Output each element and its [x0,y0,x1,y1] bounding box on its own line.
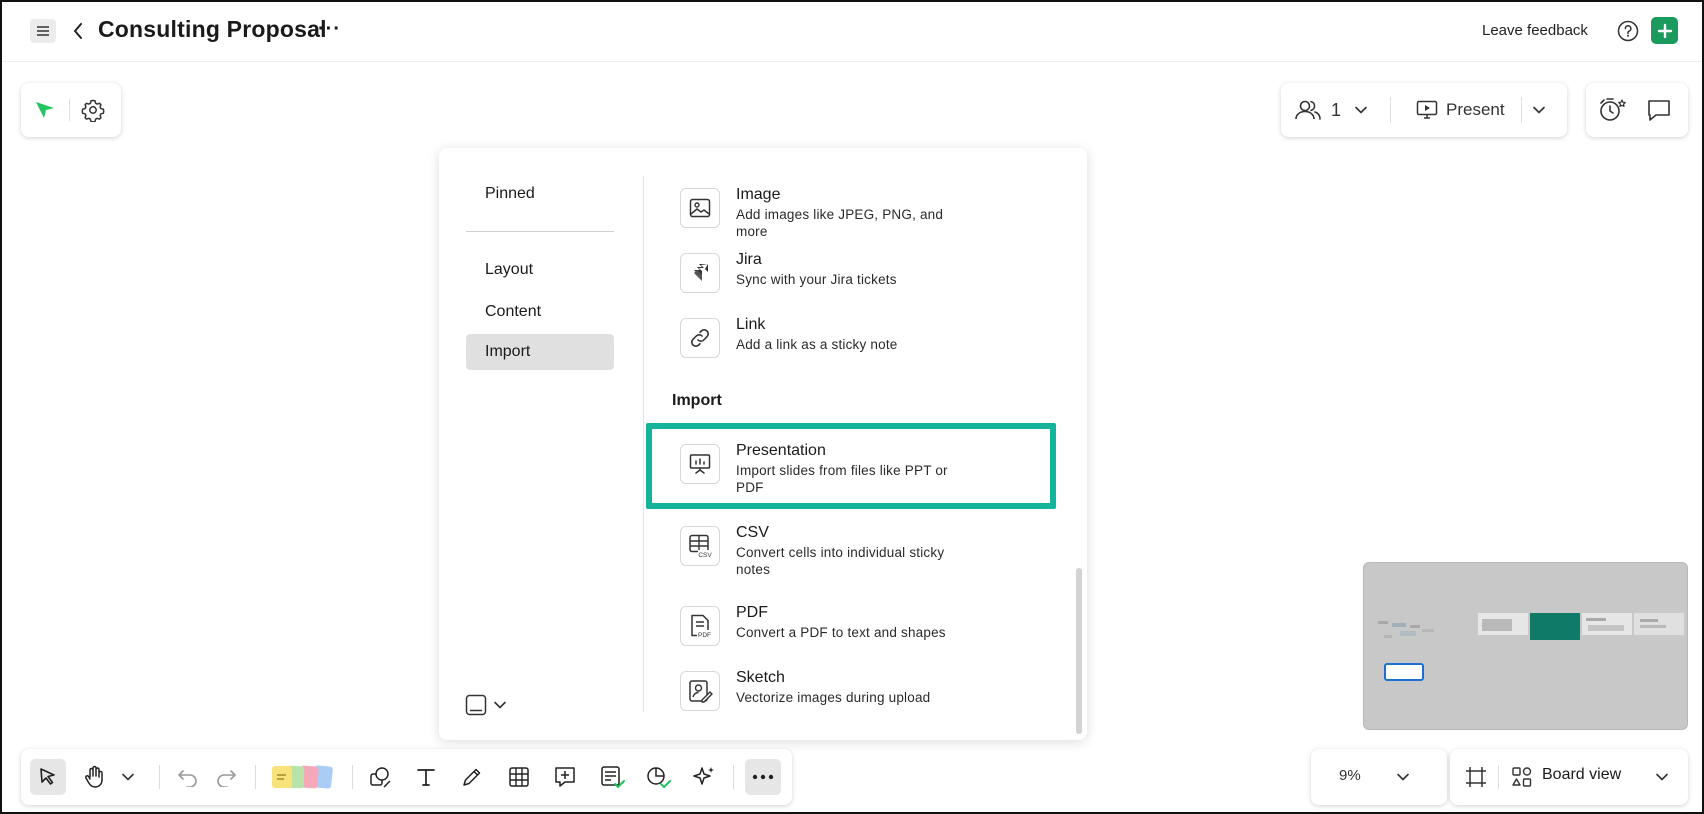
dialog-scrollbar[interactable] [1076,568,1082,734]
pen-tool-icon[interactable] [454,759,490,795]
ai-sparkle-icon[interactable] [686,759,722,795]
shapes-tool-icon[interactable] [362,759,398,795]
more-tools-icon[interactable] [745,759,781,795]
sketch-icon [680,671,720,711]
chevron-down-icon[interactable] [1654,769,1670,785]
divider [255,765,256,789]
divider [69,99,70,121]
timer-icon[interactable] [1596,95,1630,125]
board-options-button[interactable]: ··· [318,18,341,41]
present-button[interactable]: Present [1446,100,1505,120]
sticky-notes-icon[interactable] [267,759,337,795]
image-icon [680,188,720,228]
csv-icon: CSV [680,526,720,566]
collaboration-card: 1 Present [1281,83,1567,137]
sidebar-divider [466,231,614,232]
redo-icon[interactable] [208,759,244,795]
text-tool-icon[interactable] [408,759,444,795]
panel-toggle-button[interactable] [464,690,516,720]
templates-tool-icon[interactable] [640,759,676,795]
menu-icon[interactable] [30,19,56,43]
pdf-icon: PDF [680,606,720,646]
item-title: PDF [736,604,768,621]
item-description: Convert a PDF to text and shapes [736,625,946,640]
frame-icon[interactable] [1463,764,1489,790]
divider [733,765,734,789]
item-title: Jira [736,251,762,268]
board-title[interactable]: Consulting Proposal [98,16,327,43]
chevron-down-icon [494,701,506,709]
board-view-icon[interactable] [1510,765,1534,789]
panel-icon [465,694,487,716]
divider [352,765,353,789]
insert-item-pdf[interactable]: PDF PDF Convert a PDF to text and shapes [644,602,1064,664]
svg-text:CSV: CSV [698,552,712,559]
user-count[interactable]: 1 [1331,100,1341,121]
leave-feedback-link[interactable]: Leave feedback [1482,22,1588,39]
chevron-down-icon[interactable] [1395,769,1411,785]
add-button[interactable] [1651,17,1678,44]
present-options-chevron-icon[interactable] [1531,102,1547,118]
divider [159,765,160,789]
svg-text:PDF: PDF [698,632,711,639]
timer-comments-card [1586,83,1688,137]
minimap[interactable] [1363,562,1688,730]
minimap-content-cluster [1372,615,1442,645]
bottom-toolbar [21,749,792,805]
insert-item-csv[interactable]: CSV CSV Convert cells into individual st… [644,522,1064,584]
item-description: Convert cells into individual sticky not… [736,545,945,577]
item-description: Sync with your Jira tickets [736,272,897,287]
help-icon[interactable] [1616,19,1640,43]
divider [1521,97,1522,123]
minimap-slide [1530,613,1580,640]
divider [1390,97,1391,123]
chevron-down-icon[interactable] [1353,102,1369,118]
item-title: Link [736,316,766,333]
sidebar-item-import[interactable]: Import [466,334,614,370]
board-view-control: Board view [1450,749,1688,805]
minimap-slide [1634,613,1684,635]
present-icon[interactable] [1415,99,1439,121]
back-icon[interactable] [68,18,88,44]
minimap-slide [1582,613,1632,635]
jira-icon [680,253,720,293]
divider [1498,765,1499,789]
highlight-box [646,423,1056,509]
item-description: Add a link as a sticky note [736,337,898,352]
insert-item-sketch[interactable]: Sketch Vectorize images during upload [644,667,1064,729]
minimap-viewport[interactable] [1384,663,1424,681]
chevron-down-icon[interactable] [118,759,138,795]
item-title: Sketch [736,669,785,686]
insert-dialog: Pinned Layout Content Import Image Add i… [439,148,1087,740]
kanban-tool-icon[interactable] [594,759,630,795]
import-section-title: Import [672,392,722,409]
select-tool-icon[interactable] [30,759,66,795]
dialog-content: Image Add images like JPEG, PNG, and mor… [644,148,1087,740]
item-title: CSV [736,524,769,541]
insert-item-link[interactable]: Link Add a link as a sticky note [644,314,1064,376]
sidebar-item-layout[interactable]: Layout [466,252,614,288]
top-bar: Consulting Proposal ··· Leave feedback [2,2,1702,62]
comments-icon[interactable] [1644,96,1674,124]
comment-tool-icon[interactable] [547,759,583,795]
insert-item-jira[interactable]: Jira Sync with your Jira tickets [644,249,1064,311]
users-icon[interactable] [1293,96,1323,124]
minimap-slide [1478,613,1528,635]
settings-gear-icon[interactable] [79,96,107,124]
item-title: Image [736,186,781,203]
link-icon [680,318,720,358]
item-description: Add images like JPEG, PNG, and more [736,207,944,239]
sidebar-item-pinned[interactable]: Pinned [466,176,614,212]
zoom-control[interactable]: 9% [1311,749,1447,805]
cursor-arrow-icon[interactable] [33,98,57,122]
undo-icon[interactable] [170,759,206,795]
insert-item-image[interactable]: Image Add images like JPEG, PNG, and mor… [644,184,1064,246]
table-tool-icon[interactable] [501,759,537,795]
item-description: Vectorize images during upload [736,690,931,705]
board-view-label[interactable]: Board view [1542,766,1621,784]
hand-tool-icon[interactable] [76,759,112,795]
board-tools-card [21,83,121,137]
zoom-level[interactable]: 9% [1339,767,1361,784]
sidebar-item-content[interactable]: Content [466,294,614,330]
